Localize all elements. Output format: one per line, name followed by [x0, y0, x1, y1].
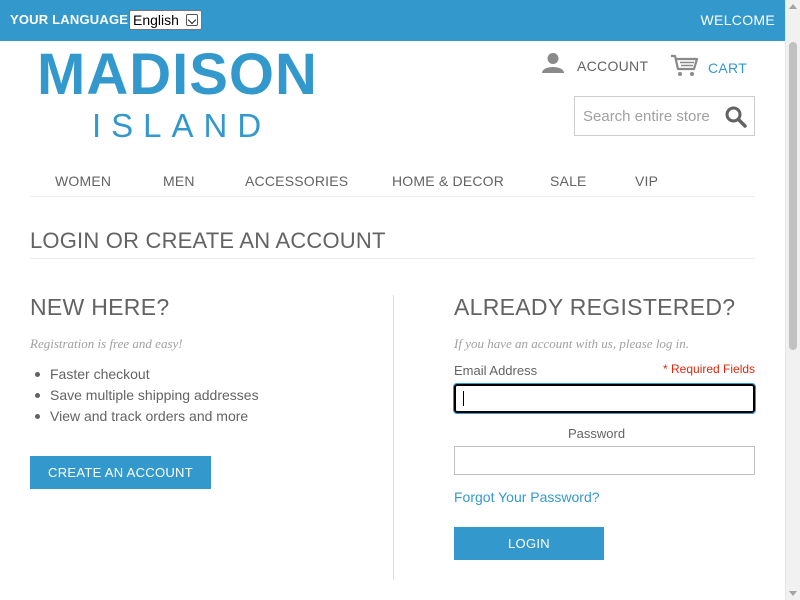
title-divider: [30, 258, 755, 259]
chevron-down-icon: [186, 14, 198, 26]
logo-main-text: MADISON: [37, 42, 318, 107]
list-item: Save multiple shipping addresses: [30, 385, 259, 406]
account-link[interactable]: ACCOUNT: [541, 52, 648, 79]
column-divider: [393, 295, 394, 580]
welcome-message: WELCOME: [700, 12, 775, 28]
benefits-list: Faster checkout Save multiple shipping a…: [30, 364, 259, 427]
cart-icon: [670, 54, 699, 82]
logo-sub-text: ISLAND: [92, 107, 272, 144]
page-title: LOGIN OR CREATE AN ACCOUNT: [30, 228, 386, 253]
page-scrollbar[interactable]: [785, 0, 800, 600]
list-item: View and track orders and more: [30, 406, 259, 427]
nav-item-men[interactable]: MEN: [163, 173, 195, 189]
language-select[interactable]: English: [129, 10, 202, 30]
search-icon: [725, 106, 747, 128]
email-label: Email Address: [454, 363, 538, 378]
list-item: Faster checkout: [30, 364, 259, 385]
password-field[interactable]: [454, 446, 755, 475]
search-box[interactable]: Search entire store here...: [574, 96, 755, 136]
login-note: If you have an account with us, please l…: [454, 336, 690, 351]
nav-item-accessories[interactable]: ACCESSORIES: [245, 173, 348, 189]
email-field[interactable]: [453, 383, 756, 414]
registered-title: ALREADY REGISTERED?: [454, 294, 736, 320]
scrollbar-thumb[interactable]: [789, 42, 797, 350]
user-icon: [541, 52, 565, 79]
text-cursor: [463, 391, 464, 406]
required-fields-note: * Required Fields: [663, 362, 756, 376]
forgot-password-link[interactable]: Forgot Your Password?: [454, 489, 600, 505]
nav-item-sale[interactable]: SALE: [550, 173, 587, 189]
cart-link[interactable]: CART: [670, 54, 747, 82]
search-input[interactable]: Search entire store here...: [583, 108, 713, 125]
main-nav: WOMEN MEN ACCESSORIES HOME & DECOR SALE …: [30, 166, 755, 197]
scroll-down-arrow-icon[interactable]: [789, 591, 797, 596]
search-button[interactable]: [724, 105, 748, 129]
nav-item-women[interactable]: WOMEN: [55, 173, 111, 189]
create-account-button[interactable]: CREATE AN ACCOUNT: [30, 456, 211, 489]
password-label: Password: [568, 426, 626, 441]
top-bar: YOUR LANGUAGE: English WELCOME: [0, 0, 800, 41]
scroll-up-arrow-icon[interactable]: [789, 4, 797, 9]
cart-label: CART: [708, 60, 748, 76]
account-label: ACCOUNT: [577, 57, 649, 74]
new-customer-title: NEW HERE?: [30, 294, 170, 320]
registration-note: Registration is free and easy!: [30, 336, 183, 351]
language-select-value: English: [133, 12, 179, 28]
nav-item-home-decor[interactable]: HOME & DECOR: [392, 173, 504, 189]
nav-item-vip[interactable]: VIP: [635, 173, 658, 189]
language-label: YOUR LANGUAGE:: [10, 12, 133, 27]
login-button[interactable]: LOGIN: [454, 527, 604, 560]
